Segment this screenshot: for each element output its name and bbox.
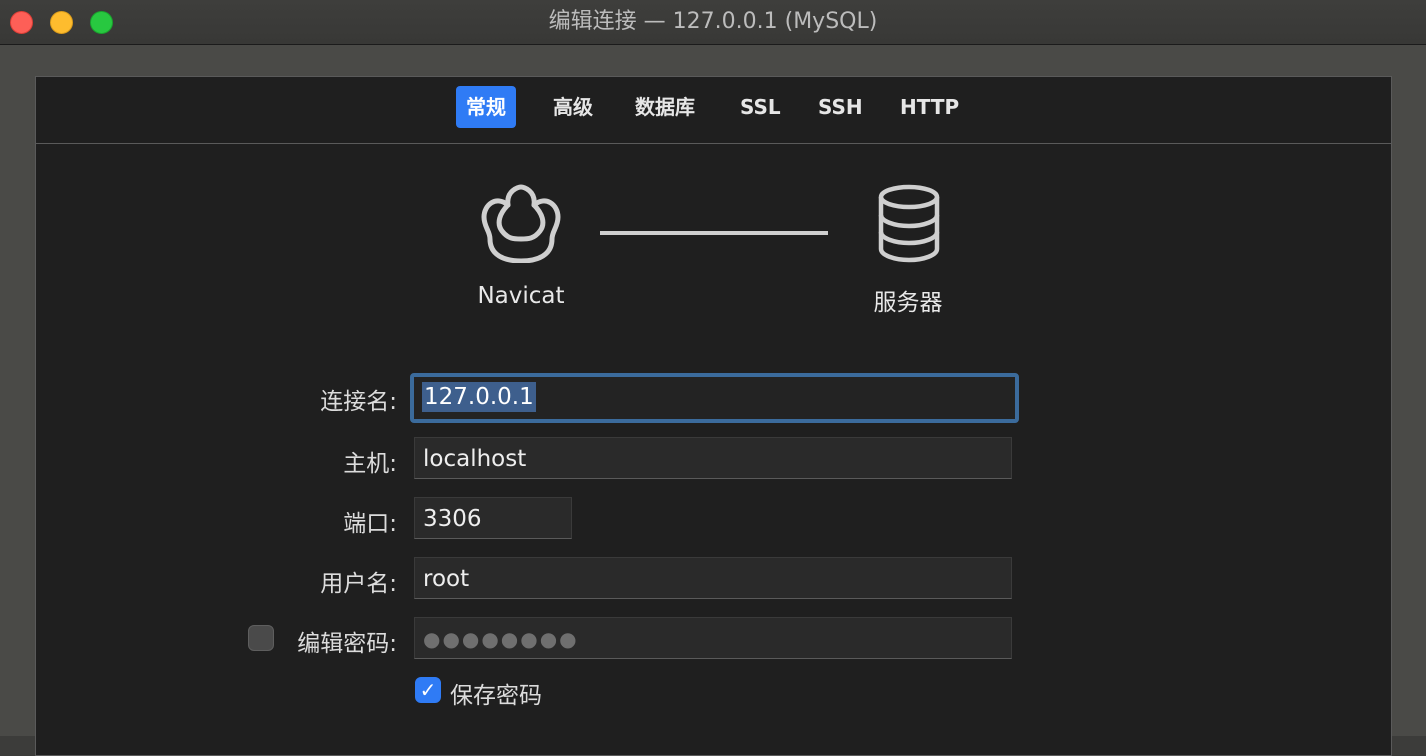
server-label: 服务器 <box>873 290 943 316</box>
connection-name-label: 连接名: <box>320 389 397 415</box>
password-input[interactable]: ●●●●●●●● <box>414 617 1012 659</box>
host-input[interactable]: localhost <box>414 437 1012 479</box>
database-icon <box>878 184 940 263</box>
tab-ssh[interactable]: SSH <box>808 86 873 128</box>
port-label: 端口: <box>343 511 397 537</box>
client-label: Navicat <box>477 283 565 309</box>
save-password-label: 保存密码 <box>450 683 542 709</box>
edit-password-label: 编辑密码: <box>297 631 397 657</box>
tab-databases[interactable]: 数据库 <box>625 86 705 128</box>
connection-name-input[interactable]: 127.0.0.1 <box>410 373 1019 423</box>
tab-bar: 常规 高级 数据库 SSL SSH HTTP <box>36 77 1391 144</box>
window-title: 编辑连接 — 127.0.0.1 (MySQL) <box>548 9 878 34</box>
edit-password-checkbox[interactable] <box>248 625 274 651</box>
navicat-logo-icon <box>481 184 561 263</box>
username-input[interactable]: root <box>414 557 1012 599</box>
port-input[interactable]: 3306 <box>414 497 572 539</box>
title-bar: 编辑连接 — 127.0.0.1 (MySQL) <box>0 0 1426 45</box>
host-label: 主机: <box>343 451 397 477</box>
save-password-checkbox[interactable]: ✓ <box>415 677 441 703</box>
tab-ssl[interactable]: SSL <box>730 86 791 128</box>
connection-name-value: 127.0.0.1 <box>422 382 536 412</box>
connection-settings-panel: 常规 高级 数据库 SSL SSH HTTP Navicat 服务器 连接名: … <box>35 76 1392 756</box>
username-label: 用户名: <box>320 571 397 597</box>
tab-advanced[interactable]: 高级 <box>543 86 603 128</box>
tab-http[interactable]: HTTP <box>890 86 969 128</box>
connection-line <box>600 231 828 235</box>
tab-general[interactable]: 常规 <box>456 86 516 128</box>
